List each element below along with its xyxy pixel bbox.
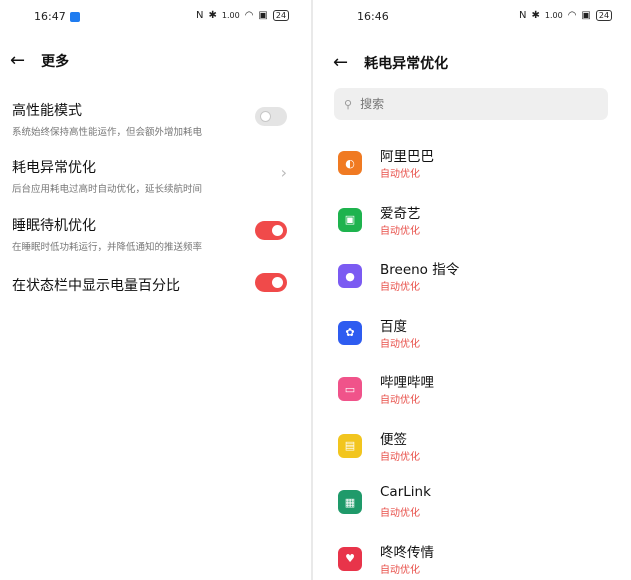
app-status: 自动优化 [380,282,420,293]
bluetooth-icon: ✱ [531,10,540,21]
status-icons: N ✱ 1.00 ◠ ▣ 24 [519,10,613,21]
baidu-icon: ✿ [338,320,362,345]
app-status: 自动优化 [380,451,420,463]
page-title: 耗电异常优化 [364,55,449,72]
app-list-item[interactable]: ✿ 百度自动优化 [338,315,608,355]
back-arrow-icon[interactable]: ← [10,50,25,71]
toggle-knob [272,225,283,236]
setting-sleep-standby[interactable]: 睡眠待机优化 在睡眠时低功耗运行，并降低通知的推送频率 [12,215,293,253]
setting-title: 睡眠待机优化 [12,218,96,234]
page-title: 更多 [41,53,70,70]
status-icons: N ✱ 1.00 ◠ ▣ 24 [196,10,290,21]
app-status: 自动优化 [380,169,420,180]
app-status: 自动优化 [380,395,420,406]
status-time: 16:47 [34,10,66,23]
app-name: 阿里巴巴 [380,149,434,165]
app-status: 自动优化 [380,225,420,237]
search-icon: ⚲ [344,97,353,111]
nav-bar: ← 耗电异常优化 [333,52,448,73]
wifi-icon: ◠ [244,10,254,21]
app-name: 爱奇艺 [380,205,421,222]
breeno-icon: ● [338,264,362,288]
app-name: 百度 [380,318,407,335]
notification-icon [70,12,80,22]
setting-title: 在状态栏中显示电量百分比 [12,278,180,294]
sleep-standby-toggle[interactable] [255,221,287,240]
app-name: 哔哩哔哩 [380,375,434,391]
app-status: 自动优化 [380,564,420,576]
screen-icon: ▣ [258,10,268,21]
back-arrow-icon[interactable]: ← [333,52,348,73]
app-list-item[interactable]: ▤ 便签自动优化 [338,428,608,468]
search-input[interactable] [358,96,583,112]
status-time: 16:46 [357,10,389,23]
setting-high-performance[interactable]: 高性能模式 系统始终保持高性能运作，但会额外增加耗电 [12,100,293,138]
network-speed: 1.00 [221,11,240,20]
setting-battery-percent[interactable]: 在状态栏中显示电量百分比 [12,275,293,295]
notes-icon: ▤ [338,433,362,458]
setting-title: 耗电异常优化 [12,160,96,176]
wifi-icon: ◠ [567,10,577,21]
bilibili-icon: ▭ [338,377,362,401]
left-screen: 16:47 N ✱ 1.00 ◠ ▣ 24 ← 更多 高性能模式 系统始终保持高… [0,0,311,580]
battery-icon: 24 [272,10,290,21]
nfc-icon: N [196,10,204,21]
network-speed: 1.00 [544,11,563,20]
app-name: Breeno 指令 [380,262,460,278]
status-bar: 16:47 N ✱ 1.00 ◠ ▣ 24 [0,10,311,26]
dongdong-icon: ♥ [338,546,362,571]
iqiyi-icon: ▣ [338,207,362,232]
setting-subtitle: 在睡眠时低功耗运行，并降低通知的推送频率 [12,242,203,253]
nav-bar: ← 更多 [10,50,69,71]
toggle-knob [272,277,283,288]
app-list-item[interactable]: ▭ 哔哩哔哩自动优化 [338,371,608,411]
app-list-item[interactable]: ● Breeno 指令自动优化 [338,258,608,298]
screen-icon: ▣ [581,10,591,21]
chevron-right-icon[interactable]: › [281,163,287,182]
app-status: 自动优化 [380,508,420,519]
app-list-item[interactable]: ◐ 阿里巴巴自动优化 [338,145,608,185]
nfc-icon: N [519,10,527,21]
toggle-knob [260,111,271,122]
carlink-icon: ▦ [338,490,362,514]
app-status: 自动优化 [380,338,420,350]
status-bar: 16:46 N ✱ 1.00 ◠ ▣ 24 [313,10,631,26]
app-list-item[interactable]: ♥ 咚咚传情自动优化 [338,541,608,580]
setting-subtitle: 系统始终保持高性能运作，但会额外增加耗电 [12,127,203,138]
bluetooth-icon: ✱ [208,10,217,21]
battery-icon: 24 [595,10,613,21]
search-bar[interactable]: ⚲ [334,88,608,120]
setting-title: 高性能模式 [12,103,82,119]
setting-subtitle: 后台应用耗电过高时自动优化，延长续航时间 [12,184,203,195]
right-screen: 16:46 N ✱ 1.00 ◠ ▣ 24 ← 耗电异常优化 ⚲ ◐ 阿里巴巴自动… [313,0,631,580]
app-name: 便签 [380,431,407,448]
app-list-item[interactable]: ▦ CarLink 自动优化 [338,484,608,524]
setting-abnormal-power[interactable]: 耗电异常优化 后台应用耗电过高时自动优化，延长续航时间 [12,157,293,195]
high-performance-toggle[interactable] [255,107,287,126]
battery-percent-toggle[interactable] [255,273,287,292]
app-name: CarLink [380,484,431,500]
app-list-item[interactable]: ▣ 爱奇艺自动优化 [338,202,608,242]
app-name: 咚咚传情 [380,544,434,561]
alibaba-icon: ◐ [338,151,362,175]
